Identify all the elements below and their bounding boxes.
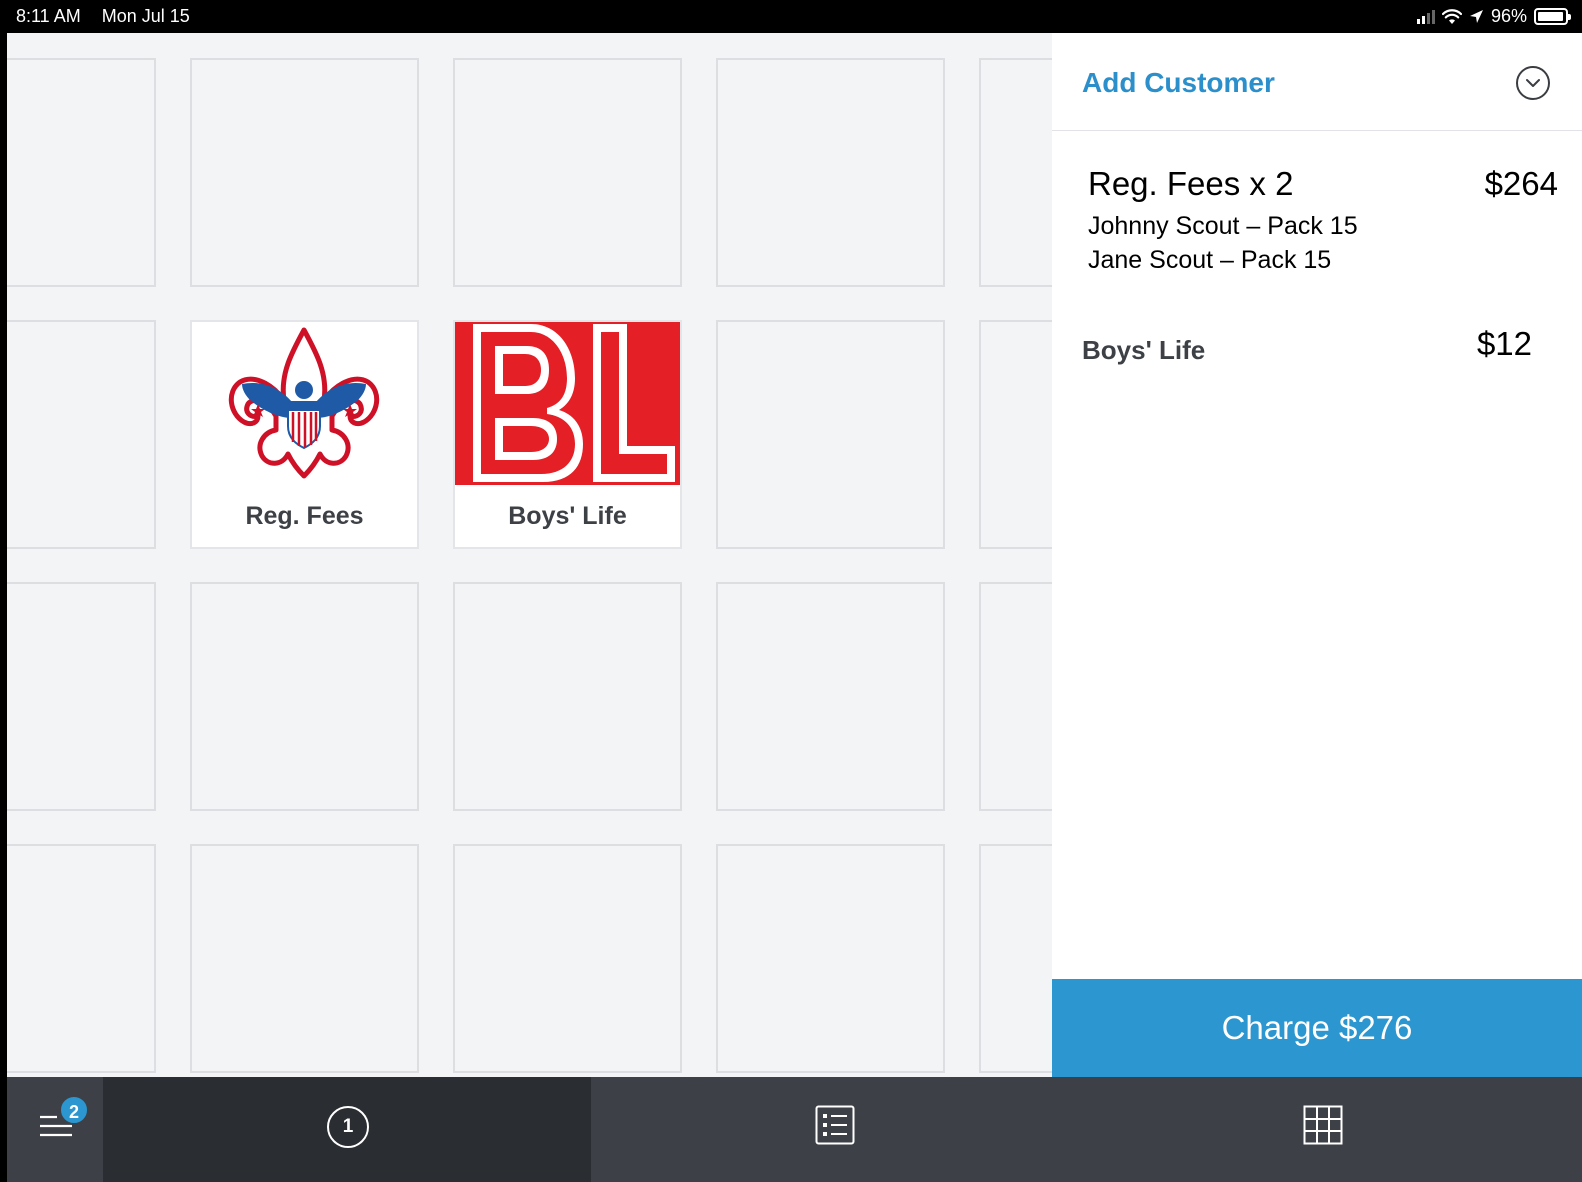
tab-library-list[interactable] <box>591 1077 1079 1182</box>
empty-tile[interactable] <box>7 320 156 549</box>
empty-tile[interactable] <box>7 582 156 811</box>
tab-item-grid[interactable] <box>1079 1077 1582 1182</box>
cellular-signal-icon <box>1416 9 1435 24</box>
empty-tile[interactable] <box>190 582 419 811</box>
add-customer-button[interactable]: Add Customer <box>1082 67 1275 99</box>
line-item-price: $12 <box>1476 325 1532 362</box>
empty-tile[interactable] <box>716 844 945 1073</box>
charge-button[interactable]: Charge $276 <box>1052 979 1582 1077</box>
line-item-name: Boys' Life <box>1082 335 1206 365</box>
cart-line-item[interactable]: Reg. Fees x 2 $264 Johnny Scout – Pack 1… <box>1088 165 1558 277</box>
item-grid: Reg. Fees Boys' Life <box>7 33 1052 1077</box>
empty-tile[interactable] <box>979 320 1052 549</box>
empty-tile[interactable] <box>7 58 156 287</box>
item-tile-boys-life[interactable]: Boys' Life <box>453 320 682 549</box>
menu-tab[interactable]: 2 <box>7 1077 103 1182</box>
empty-tile[interactable] <box>716 320 945 549</box>
battery-percent: 96% <box>1490 6 1527 26</box>
cart-panel: Add Customer Reg. Fees x 2 $264 Johnny S… <box>1052 33 1582 1077</box>
bottom-tab-bar: 2 1 <box>7 1077 1582 1182</box>
fleur-de-lis-eagle-logo <box>228 327 380 479</box>
notification-badge: 2 <box>59 1095 89 1125</box>
empty-tile[interactable] <box>716 582 945 811</box>
empty-tile[interactable] <box>979 58 1052 287</box>
grid-icon <box>1303 1105 1343 1145</box>
chevron-down-icon[interactable] <box>1516 66 1550 100</box>
empty-tile[interactable] <box>453 58 682 287</box>
list-icon <box>815 1105 855 1145</box>
item-tile-reg-fees[interactable]: Reg. Fees <box>190 320 419 549</box>
empty-tile[interactable] <box>979 582 1052 811</box>
line-item-price: $264 <box>1484 165 1558 202</box>
empty-tile[interactable] <box>453 844 682 1073</box>
cart-header: Add Customer <box>1052 33 1582 131</box>
bl-logo <box>455 322 680 485</box>
status-time: 8:11 AM <box>16 6 81 26</box>
status-bar: 8:11 AM Mon Jul 15 96% <box>0 0 1582 33</box>
line-item-detail: Johnny Scout – Pack 15 <box>1088 212 1358 240</box>
empty-tile[interactable] <box>190 58 419 287</box>
empty-tile[interactable] <box>453 582 682 811</box>
line-item-detail: Jane Scout – Pack 15 <box>1088 246 1332 274</box>
tab-current-sale[interactable]: 1 <box>103 1077 591 1182</box>
empty-tile[interactable] <box>979 844 1052 1073</box>
sale-count-icon: 1 <box>327 1106 369 1148</box>
wifi-icon <box>1441 8 1462 24</box>
item-label: Boys' Life <box>508 502 627 530</box>
item-label: Reg. Fees <box>245 502 364 530</box>
location-arrow-icon <box>1469 10 1483 23</box>
empty-tile[interactable] <box>7 844 156 1073</box>
empty-tile[interactable] <box>190 844 419 1073</box>
line-item-details: Johnny Scout – Pack 15 Jane Scout – Pack… <box>1088 209 1558 277</box>
pos-app: Reg. Fees Boys' Life Add Customer Reg. F… <box>7 33 1582 1182</box>
status-date: Mon Jul 15 <box>101 6 190 26</box>
battery-icon <box>1534 8 1571 25</box>
empty-tile[interactable] <box>716 58 945 287</box>
